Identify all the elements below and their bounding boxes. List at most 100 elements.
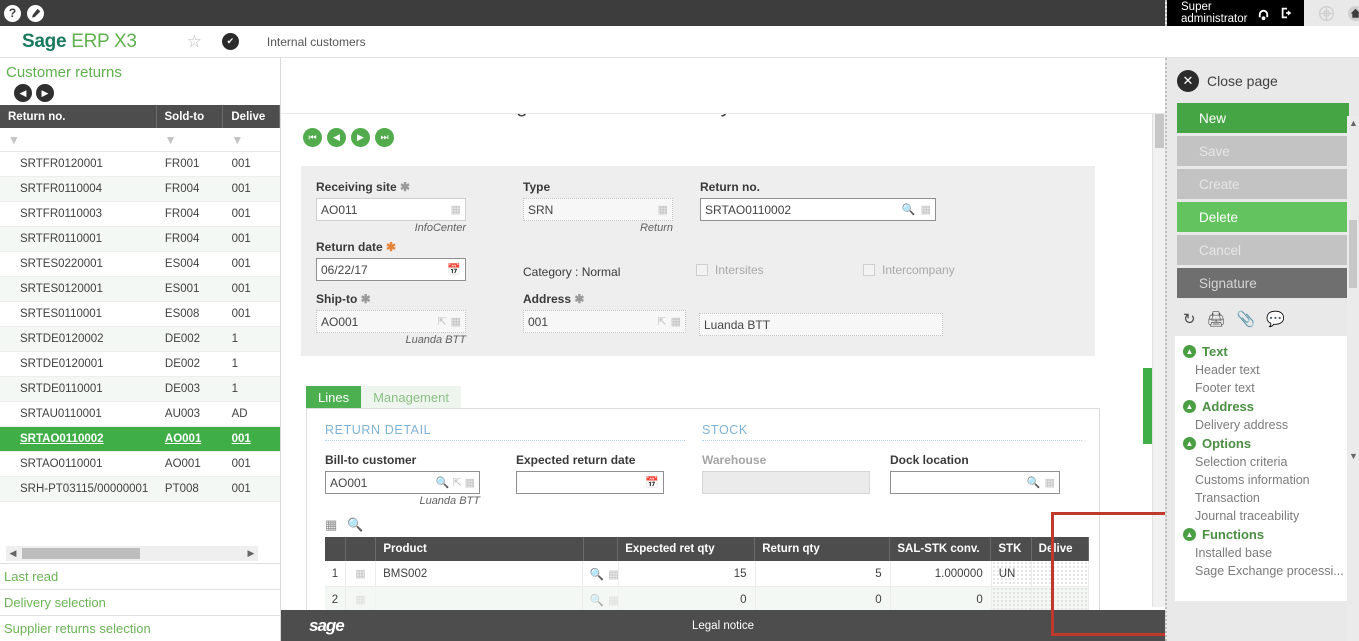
dock-location-input[interactable]: 🔍 ▦ — [890, 471, 1060, 494]
next-record-icon[interactable]: ▶ — [351, 128, 370, 147]
right-panel-scrollbar[interactable]: ▲ ▼ — [1347, 116, 1359, 641]
expected-return-date-input[interactable]: 📅 — [516, 471, 664, 494]
search-icon[interactable]: 🔍 — [347, 517, 363, 533]
filter-return-no[interactable]: ▼ — [0, 128, 157, 151]
scroll-thumb[interactable] — [22, 548, 140, 559]
cell-return-qty[interactable]: 0 — [756, 587, 891, 612]
search-icon[interactable]: 🔍 — [1027, 476, 1041, 489]
prev-arrow-icon[interactable]: ◀ — [14, 84, 32, 102]
grid-col-delivery[interactable]: Delive — [1032, 537, 1089, 561]
link-group-text[interactable]: ▲ Text — [1175, 342, 1347, 361]
globe-icon[interactable] — [1318, 5, 1335, 22]
table-row[interactable]: SRTAO0110001 AO001 001 — [0, 452, 280, 477]
brush-icon[interactable] — [27, 4, 44, 22]
panel-link[interactable]: Customs information — [1175, 471, 1347, 489]
signature-button[interactable]: Signature — [1177, 268, 1349, 298]
jump-icon[interactable]: ⇱ — [437, 315, 446, 328]
lookup-icon[interactable]: ▦ — [608, 593, 619, 607]
search-icon[interactable]: 🔍 — [590, 593, 604, 607]
column-header-delivery[interactable]: Delive — [223, 105, 280, 128]
table-row[interactable]: SRTDE0120001 DE002 1 — [0, 352, 280, 377]
panel-link[interactable]: Header text — [1175, 361, 1347, 379]
panel-link[interactable]: Sage Exchange processi... — [1175, 562, 1347, 580]
table-row[interactable]: SRTES0120001 ES001 001 — [0, 277, 280, 302]
close-page-row[interactable]: ✕ Close page — [1167, 58, 1359, 100]
sage-logo[interactable]: Sage ERP X3 — [0, 31, 137, 53]
cell-product[interactable] — [376, 587, 583, 612]
check-circle-icon[interactable]: ✔ — [221, 33, 239, 50]
intercompany-checkbox-group[interactable]: Intercompany — [863, 263, 955, 277]
bill-to-input[interactable]: AO001 🔍 ⇱ ▦ — [325, 471, 480, 494]
intersites-checkbox[interactable] — [696, 264, 708, 276]
delete-button[interactable]: Delete — [1177, 202, 1349, 232]
panel-link[interactable]: Transaction — [1175, 489, 1347, 507]
collapse-icon[interactable]: ▲ — [1183, 437, 1196, 450]
table-row[interactable]: SRH-PT03115/00000001 PT008 001 — [0, 477, 280, 502]
calendar-icon[interactable]: 📅 — [645, 476, 659, 489]
scroll-thumb[interactable] — [1155, 114, 1164, 148]
breadcrumb[interactable]: Internal customers — [267, 35, 366, 49]
filter-delivery[interactable]: ▼ — [223, 128, 280, 151]
tab-management[interactable]: Management — [361, 386, 461, 408]
close-x-icon[interactable]: ✕ — [1177, 70, 1199, 92]
search-icon[interactable]: 🔍 — [590, 567, 604, 581]
legal-notice-link[interactable]: Legal notice — [281, 620, 1165, 632]
link-group-address[interactable]: ▲ Address — [1175, 397, 1347, 416]
table-row[interactable]: SRTAU0110001 AU003 AD — [0, 402, 280, 427]
grid-view-icon[interactable]: ▦ — [325, 517, 337, 533]
collapse-icon[interactable]: ▲ — [1183, 528, 1196, 541]
column-header-sold-to[interactable]: Sold-to — [157, 105, 224, 128]
table-row[interactable]: SRTFR0120001 FR001 001 — [0, 152, 280, 177]
question-mark-icon[interactable]: ? — [4, 4, 21, 22]
panel-link[interactable]: Selection criteria — [1175, 453, 1347, 471]
scroll-up-icon[interactable]: ▲ — [1349, 118, 1358, 128]
link-group-options[interactable]: ▲ Options — [1175, 434, 1347, 453]
lookup-icon[interactable]: ▦ — [671, 315, 681, 328]
cell-expected-ret-qty[interactable]: 0 — [619, 587, 756, 612]
table-row[interactable]: SRTDE0110001 DE003 1 — [0, 377, 280, 402]
grid-col-sal-stk-conv[interactable]: SAL-STK conv. — [890, 537, 992, 561]
star-icon[interactable]: ☆ — [187, 32, 202, 52]
ship-to-input[interactable]: AO001 ⇱ ▦ — [316, 310, 466, 333]
receiving-site-input[interactable]: AO011 ▦ — [316, 198, 466, 221]
next-arrow-icon[interactable]: ▶ — [36, 84, 54, 102]
calendar-icon[interactable]: 📅 — [447, 263, 461, 276]
cell-sal-stk-conv[interactable]: 1.000000 — [891, 561, 992, 586]
search-icon[interactable]: 🔍 — [902, 203, 916, 216]
cell-product[interactable]: BMS002 — [376, 561, 583, 586]
collapse-icon[interactable]: ▲ — [1183, 400, 1196, 413]
grid-col-stk[interactable]: STK — [991, 537, 1032, 561]
scroll-right-icon[interactable]: ▶ — [244, 548, 258, 559]
return-date-input[interactable]: 06/22/17 📅 — [316, 258, 466, 281]
main-vertical-scrollbar[interactable] — [1152, 114, 1165, 607]
sidebar-link-delivery-selection[interactable]: Delivery selection — [0, 589, 280, 615]
headset-icon[interactable] — [1256, 6, 1271, 21]
grid-col-return-qty[interactable]: Return qty — [755, 537, 891, 561]
table-row[interactable]: SRTAO0110002 AO001 001 — [0, 427, 280, 452]
cell-sal-stk-conv[interactable]: 0 — [891, 587, 992, 612]
sidebar-horizontal-scrollbar[interactable]: ◀ ▶ — [6, 546, 258, 561]
intersites-checkbox-group[interactable]: Intersites — [696, 263, 764, 277]
home-icon[interactable] — [1347, 5, 1359, 22]
jump-icon[interactable]: ⇱ — [657, 315, 666, 328]
panel-link[interactable]: Installed base — [1175, 544, 1347, 562]
return-no-input[interactable]: SRTAO0110002 🔍 ▦ — [700, 198, 936, 221]
intercompany-checkbox[interactable] — [863, 264, 875, 276]
tab-lines[interactable]: Lines — [306, 386, 362, 408]
panel-resize-handle[interactable] — [1143, 368, 1152, 444]
cell-return-qty[interactable]: 5 — [756, 561, 891, 586]
lookup-icon[interactable]: ▦ — [451, 315, 461, 328]
type-input[interactable]: SRN ▦ — [523, 198, 673, 221]
attachment-icon[interactable]: 📎 — [1237, 310, 1256, 328]
cell-expected-ret-qty[interactable]: 15 — [619, 561, 756, 586]
lookup-icon[interactable]: ▦ — [451, 203, 461, 216]
lookup-icon[interactable]: ▦ — [1045, 476, 1055, 489]
user-area[interactable]: Super administrator — [1167, 0, 1305, 26]
search-icon[interactable]: 🔍 — [436, 476, 450, 489]
cell-row-links[interactable]: 🔍 ▦ — [583, 587, 619, 612]
scroll-down-icon[interactable]: ▼ — [1349, 451, 1358, 461]
refresh-icon[interactable]: ↻ — [1183, 310, 1196, 328]
grid-col-product[interactable]: Product — [376, 537, 584, 561]
cell-row-links[interactable]: 🔍 ▦ — [583, 561, 619, 586]
table-row[interactable]: SRTFR0110004 FR004 001 — [0, 177, 280, 202]
